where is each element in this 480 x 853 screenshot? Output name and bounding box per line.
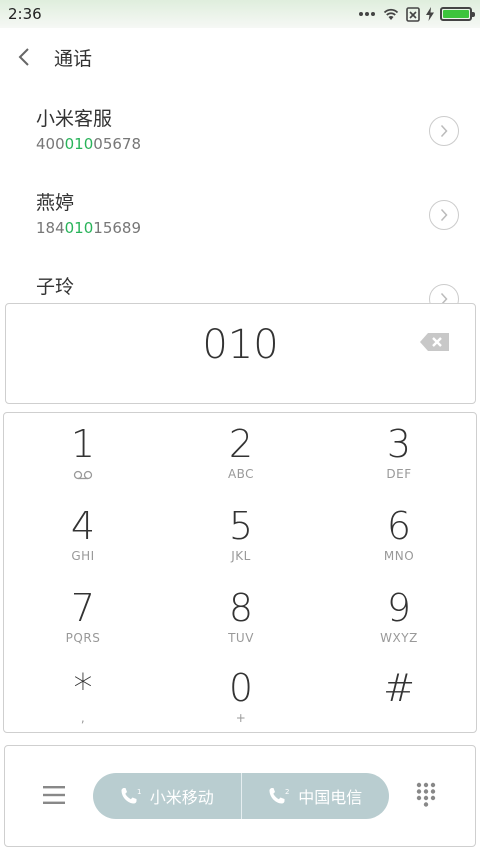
menu-icon[interactable] (43, 784, 65, 806)
svg-text:1: 1 (137, 788, 141, 796)
contact-item[interactable]: 燕婷 18401015689 (0, 174, 480, 258)
dialed-number: 010 (202, 322, 279, 368)
sim1-label: 小米移动 (149, 788, 214, 807)
call-action-bar: 1 小米移动 2 中国电信 (4, 745, 476, 847)
key-digit: 4 (70, 504, 96, 548)
contact-item[interactable]: 小米客服 40001005678 (0, 90, 480, 174)
no-sim-icon (406, 6, 420, 22)
key-digit: 1 (70, 422, 96, 466)
key-letters: DEF (386, 467, 412, 481)
key-digit: 5 (228, 504, 254, 548)
key-letters: PQRS (65, 631, 101, 645)
contact-detail-button[interactable] (429, 200, 459, 230)
svg-text:2: 2 (285, 788, 289, 796)
battery-icon (440, 7, 475, 21)
dialpad-toggle-icon[interactable] (415, 782, 437, 808)
key-digit: 3 (386, 422, 412, 466)
contact-number: 18401015689 (36, 219, 141, 237)
key-letters: , (80, 711, 86, 725)
status-icons (358, 6, 475, 22)
key-4[interactable]: 4 GHI (4, 497, 162, 579)
key-digit: 7 (70, 586, 96, 630)
chevron-right-icon (440, 124, 448, 138)
status-bar: 2:36 (0, 0, 480, 28)
key-letters: GHI (71, 549, 95, 563)
key-6[interactable]: 6 MNO (320, 497, 478, 579)
chevron-right-icon (440, 208, 448, 222)
key-7[interactable]: 7 PQRS (4, 579, 162, 661)
key-9[interactable]: 9 WXYZ (320, 579, 478, 661)
sim2-label: 中国电信 (298, 788, 363, 807)
key-5[interactable]: 5 JKL (162, 497, 320, 579)
key-3[interactable]: 3 DEF (320, 415, 478, 497)
key-2[interactable]: 2 ABC (162, 415, 320, 497)
key-hash[interactable]: # (320, 659, 478, 741)
back-icon[interactable] (18, 45, 38, 69)
key-0[interactable]: 0 + (162, 659, 320, 741)
call-sim2-button[interactable]: 2 中国电信 (242, 773, 390, 819)
header: 通话 (0, 28, 480, 86)
key-letters: JKL (231, 549, 251, 563)
phone-sim1-icon: 1 (121, 788, 141, 804)
contact-name: 子玲 (36, 276, 75, 298)
call-sim1-button[interactable]: 1 小米移动 (93, 773, 241, 819)
key-digit: # (383, 666, 415, 710)
sim-call-buttons: 1 小米移动 2 中国电信 (93, 773, 389, 819)
backspace-icon[interactable] (419, 331, 451, 353)
voicemail-icon (73, 470, 93, 480)
key-digit: 8 (228, 586, 254, 630)
key-digit: 2 (228, 422, 254, 466)
contact-number: 40001005678 (36, 135, 141, 153)
wifi-icon (383, 8, 399, 20)
contact-name: 小米客服 (36, 108, 113, 130)
key-digit: 6 (386, 504, 412, 548)
key-letters: WXYZ (380, 631, 418, 645)
contact-name: 燕婷 (36, 192, 75, 214)
dial-keypad: 1 2 ABC 3 DEF 4 GHI 5 JKL 6 MNO 7 PQRS 8… (3, 412, 477, 733)
charging-icon (426, 7, 434, 21)
key-8[interactable]: 8 TUV (162, 579, 320, 661)
key-letters: + (235, 711, 247, 725)
more-dots-icon (359, 12, 375, 16)
dial-display: 010 (5, 303, 476, 404)
status-time: 2:36 (8, 5, 42, 23)
key-digit: 9 (386, 586, 412, 630)
key-letters: TUV (228, 631, 254, 645)
key-letters: ABC (227, 467, 255, 481)
key-star[interactable]: * , (4, 659, 162, 741)
phone-sim2-icon: 2 (269, 788, 290, 804)
key-digit: 0 (228, 666, 254, 710)
page-title: 通话 (54, 47, 93, 70)
key-1[interactable]: 1 (4, 415, 162, 497)
contact-detail-button[interactable] (429, 116, 459, 146)
key-digit: * (73, 666, 93, 710)
key-letters: MNO (383, 549, 415, 563)
